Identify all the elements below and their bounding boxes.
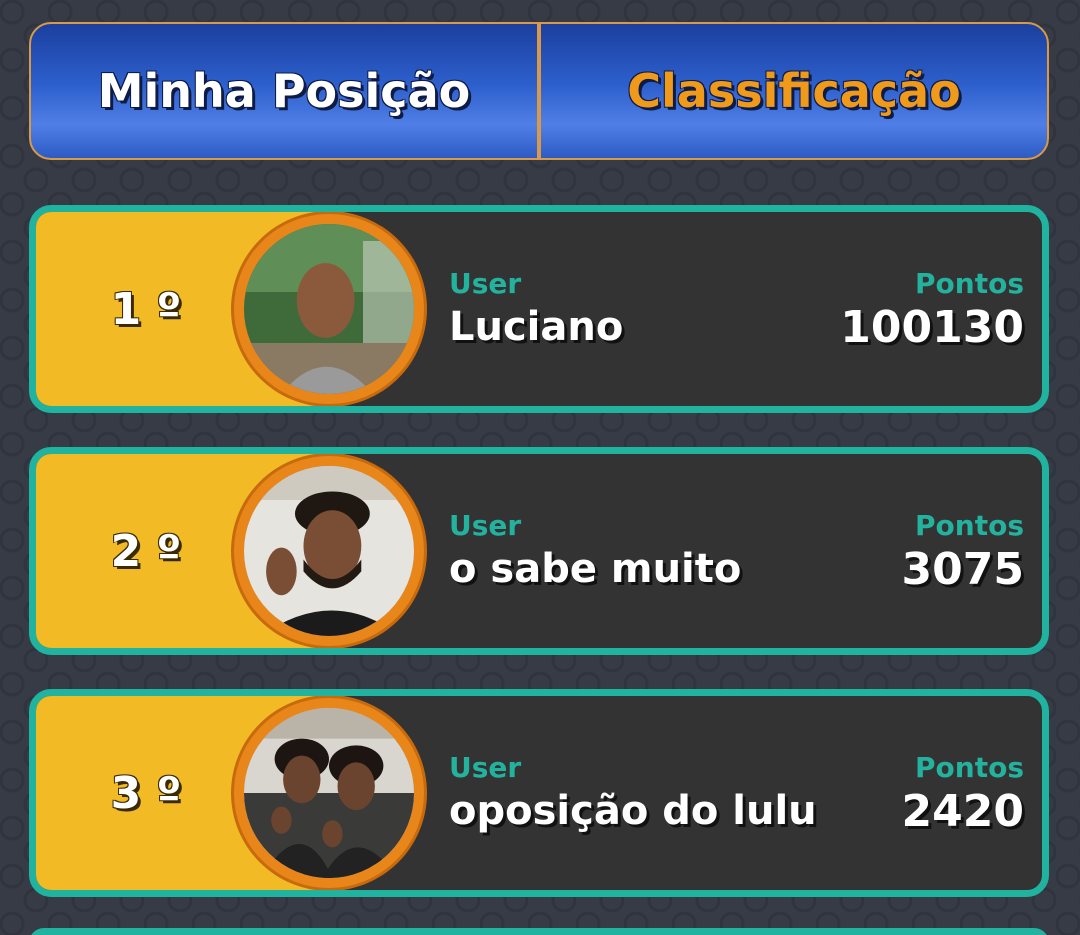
- points-value: 3075: [901, 544, 1024, 595]
- user-label: User: [449, 751, 522, 784]
- ranking-row[interactable]: 3 º User oposição do lulu Pontos 2420: [29, 689, 1049, 897]
- avatar-photo-icon: [244, 466, 414, 636]
- points-label: Pontos: [915, 267, 1024, 300]
- user-name: Luciano: [449, 304, 624, 350]
- ranking-row-partial[interactable]: [29, 928, 1049, 935]
- user-name: o sabe muito: [449, 546, 742, 592]
- user-label: User: [449, 509, 522, 542]
- user-label: User: [449, 267, 522, 300]
- avatar-photo-icon: [244, 708, 414, 878]
- points-value: 100130: [840, 302, 1024, 353]
- avatar[interactable]: [234, 456, 424, 646]
- user-name: oposição do lulu: [449, 788, 817, 834]
- points-label: Pontos: [915, 751, 1024, 784]
- rank-number: 2 º: [110, 525, 182, 577]
- points-label: Pontos: [915, 509, 1024, 542]
- tab-ranking[interactable]: Classificação: [537, 24, 1047, 158]
- rank-number: 3 º: [110, 767, 182, 819]
- tab-bar: Minha Posição Classificação: [29, 22, 1049, 160]
- avatar[interactable]: [234, 214, 424, 404]
- points-value: 2420: [901, 786, 1024, 837]
- avatar-photo-icon: [244, 224, 414, 394]
- ranking-row[interactable]: 1 º User Luciano Pontos 100130: [29, 205, 1049, 413]
- rank-number: 1 º: [110, 283, 182, 335]
- tab-my-position[interactable]: Minha Posição: [31, 24, 537, 158]
- avatar[interactable]: [234, 698, 424, 888]
- ranking-row[interactable]: 2 º User o sabe muito Pontos 3075: [29, 447, 1049, 655]
